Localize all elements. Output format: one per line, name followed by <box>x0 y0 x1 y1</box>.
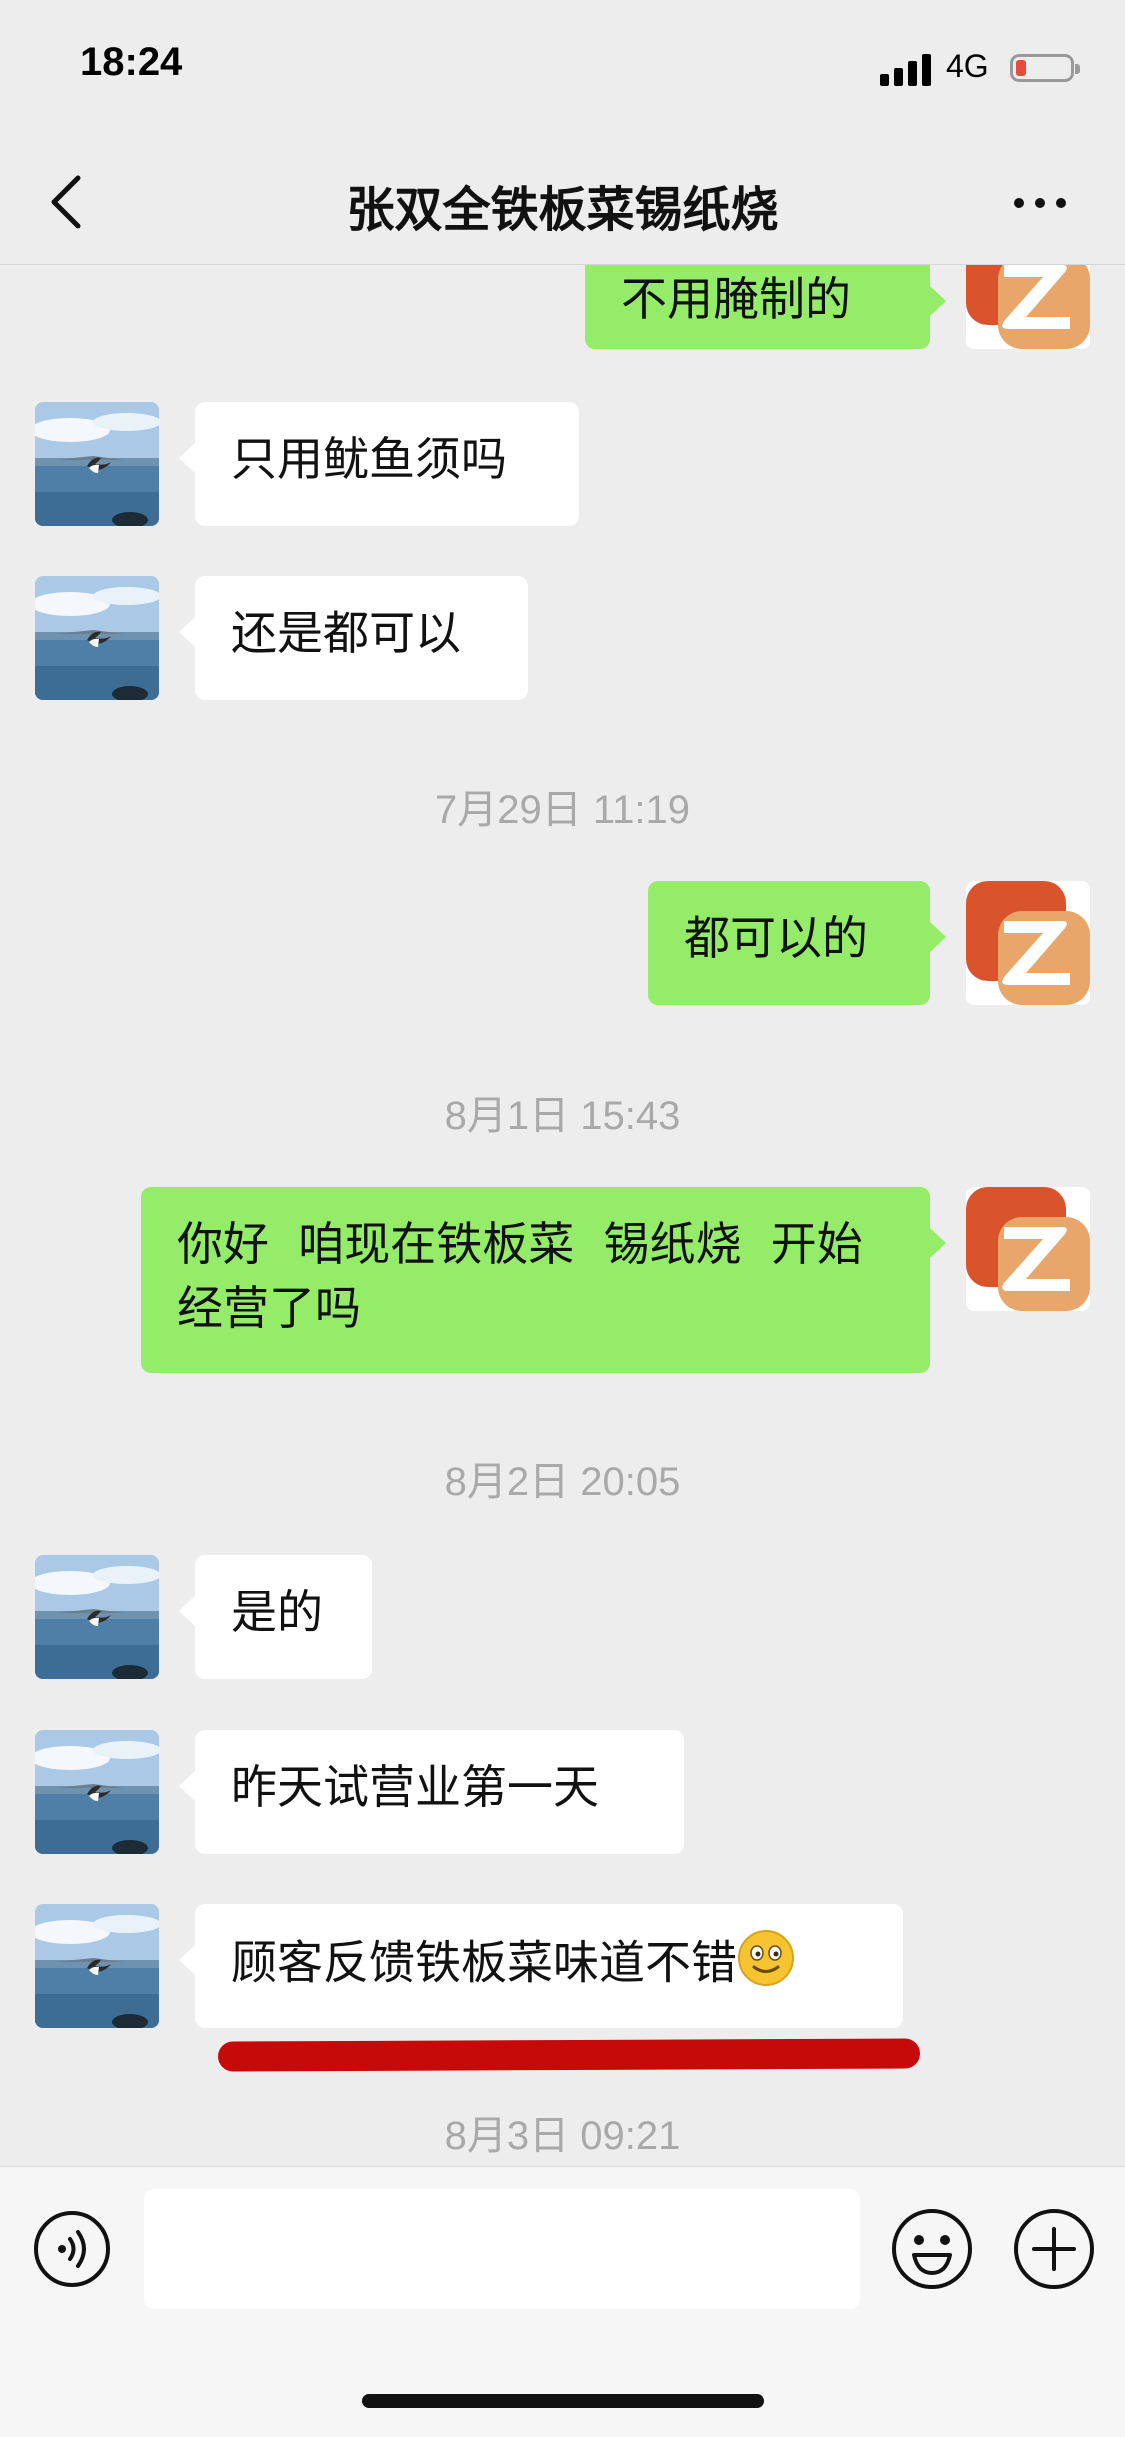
timestamp: 8月2日 20:05 <box>444 1460 681 1504</box>
home-indicator[interactable] <box>362 2394 764 2408</box>
message-text: 是的 <box>231 1585 323 1639</box>
status-time: 18:24 <box>80 40 183 84</box>
message-bubble-incoming[interactable]: 还是都可以 <box>179 576 528 700</box>
more-dots-icon[interactable] <box>1010 180 1070 224</box>
timestamp: 8月3日 09:21 <box>444 2114 681 2158</box>
status-bar: 18:24 4G <box>0 0 1125 140</box>
message-bubble-outgoing[interactable]: 都可以的 <box>648 881 946 1005</box>
message-text: 还是都可以 <box>231 606 461 660</box>
avatar[interactable] <box>35 1555 159 1679</box>
message-bubble-incoming[interactable]: 顾客反馈铁板菜味道不错 <box>179 1904 903 2028</box>
message-bubble-incoming[interactable]: 只用鱿鱼须吗 <box>179 402 579 526</box>
smile-emoji-icon <box>737 1929 795 2003</box>
avatar[interactable] <box>966 1187 1090 1311</box>
avatar[interactable] <box>35 1904 159 2028</box>
voice-icon[interactable] <box>32 2209 112 2289</box>
message-text: 只用鱿鱼须吗 <box>231 432 507 486</box>
annotation-underline <box>217 2038 921 2072</box>
avatar[interactable] <box>35 402 159 526</box>
message-text: 顾客反馈铁板菜味道不错 <box>231 1935 737 1990</box>
message-list[interactable]: 不用腌制的 只用鱿鱼须吗 还是都可以 7月29日 11:19 都可以的 8月1日… <box>0 265 1125 2165</box>
avatar[interactable] <box>966 881 1090 1005</box>
message-text: 你好 咱现在铁板菜 锡纸烧 开始经营了吗 <box>177 1217 863 1335</box>
avatar[interactable] <box>35 576 159 700</box>
avatar[interactable] <box>966 265 1090 349</box>
message-text: 不用腌制的 <box>621 272 851 326</box>
timestamp: 8月1日 15:43 <box>444 1094 681 1138</box>
network-type: 4G <box>946 48 989 84</box>
chevron-left-icon[interactable] <box>40 170 100 234</box>
signal-icon <box>880 52 936 86</box>
message-text: 都可以的 <box>684 911 868 965</box>
battery-icon <box>1010 54 1080 82</box>
timestamp: 7月29日 11:19 <box>435 788 690 832</box>
plus-icon[interactable] <box>1012 2207 1096 2291</box>
message-text: 昨天试营业第一天 <box>231 1760 599 1814</box>
message-bubble-outgoing[interactable]: 你好 咱现在铁板菜 锡纸烧 开始经营了吗 <box>141 1187 946 1373</box>
chat-header: 张双全铁板菜锡纸烧 <box>0 140 1125 265</box>
message-bubble-incoming[interactable]: 是的 <box>179 1555 372 1679</box>
message-input[interactable] <box>144 2189 860 2309</box>
emoji-icon[interactable] <box>890 2207 974 2291</box>
avatar[interactable] <box>35 1730 159 1854</box>
message-bubble-outgoing[interactable]: 不用腌制的 <box>585 265 946 349</box>
chat-title: 张双全铁板菜锡纸烧 <box>346 182 779 238</box>
message-bubble-incoming[interactable]: 昨天试营业第一天 <box>179 1730 684 1854</box>
